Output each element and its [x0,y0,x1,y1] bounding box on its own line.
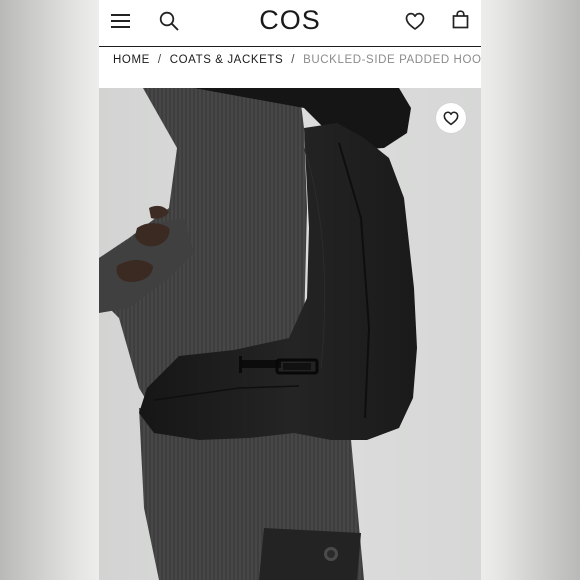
heart-icon [443,111,459,126]
breadcrumb-separator: / [157,54,162,66]
cos-logo[interactable]: COS [254,5,326,36]
menu-button[interactable] [111,12,131,28]
product-image[interactable] [99,88,481,580]
search-button[interactable] [159,11,179,31]
breadcrumb-home[interactable]: HOME [113,54,150,66]
heart-icon [405,12,425,30]
site-header: COS [99,0,481,47]
breadcrumb-current-product: BUCKLED-SIDE PADDED HOODED GILET [303,54,481,66]
search-icon [159,11,179,31]
breadcrumb-coats-jackets[interactable]: COATS & JACKETS [170,54,284,66]
favourites-button[interactable] [405,12,425,31]
product-photo [99,88,481,580]
shopping-bag-icon [452,10,469,29]
breadcrumb-separator: / [291,54,296,66]
shopping-bag-button[interactable] [452,10,469,29]
phone-screen: COS HOME / COATS & JACKETS / BUCKLED-SIDE PA… [99,0,481,580]
add-to-wishlist-button[interactable] [436,103,466,133]
menu-icon [111,14,130,16]
breadcrumb: HOME / COATS & JACKETS / BUCKLED-SIDE PADDED… [113,54,481,70]
